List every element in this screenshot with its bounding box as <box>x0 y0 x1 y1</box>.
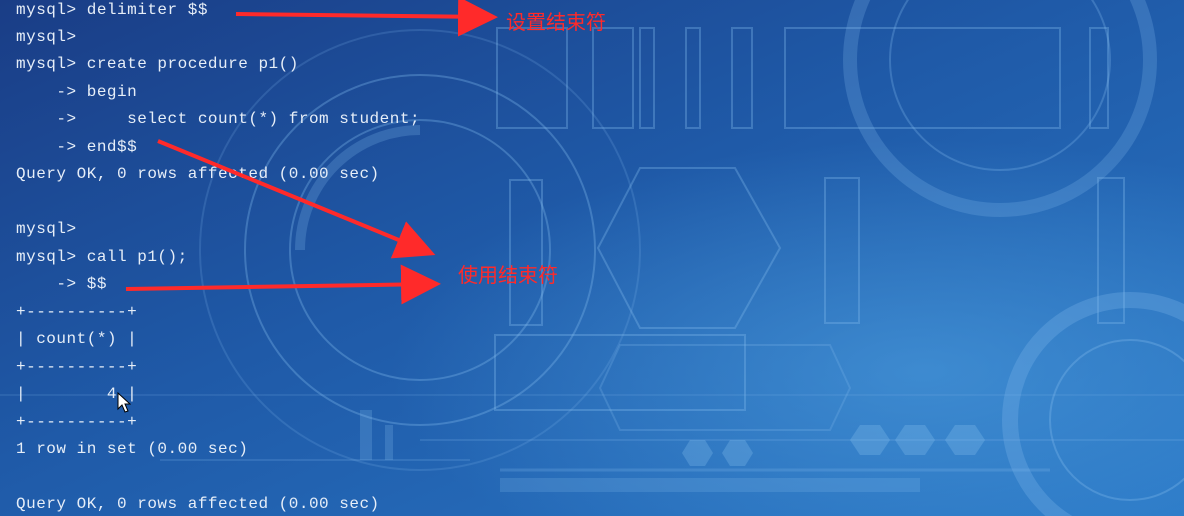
use-delimiter-annotation: 使用结束符 <box>458 263 558 287</box>
terminal-screenshot: mysql> delimiter $$ mysql> mysql> create… <box>0 0 1184 516</box>
mouse-pointer-icon <box>117 392 131 413</box>
set-delimiter-arrow <box>235 0 498 37</box>
annotation-arrows <box>125 0 498 305</box>
use-delimiter-arrow <box>125 264 441 305</box>
set-delimiter-annotation: 设置结束符 <box>506 10 606 34</box>
end-delimiter-arrow <box>157 139 436 259</box>
